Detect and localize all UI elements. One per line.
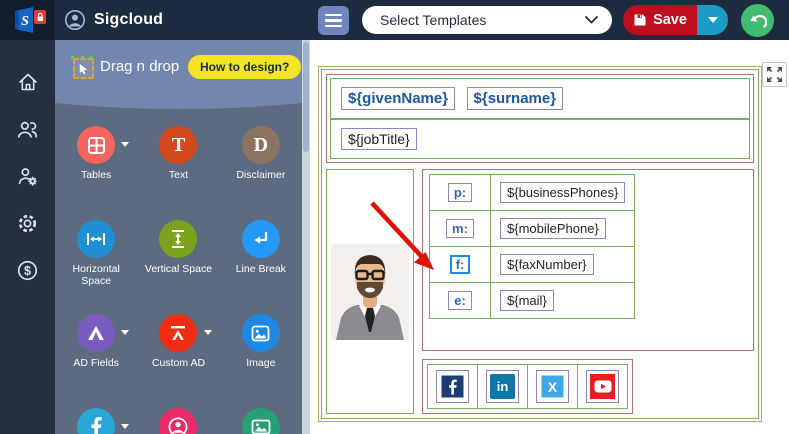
menu-hamburger-button[interactable] <box>318 6 349 35</box>
palette-item-profile-photo[interactable]: Profile Photo <box>137 402 219 434</box>
image-icon <box>241 314 280 352</box>
undo-arrow-icon <box>749 14 767 28</box>
name-row: ${givenName} ${surname} <box>331 79 749 120</box>
home-icon[interactable] <box>14 68 42 96</box>
billing-dollar-icon[interactable]: $ <box>14 256 42 284</box>
save-label: Save <box>653 12 687 28</box>
caret-down-icon <box>121 424 130 429</box>
field-fax-number[interactable]: ${faxNumber} <box>500 254 594 275</box>
palette-item-text[interactable]: T Text <box>137 120 219 208</box>
palette-scrollbar[interactable] <box>302 40 310 434</box>
palette-item-tables[interactable]: Tables <box>55 120 137 208</box>
design-canvas: ${givenName} ${surname} ${jobTitle} p: $… <box>310 40 789 434</box>
caret-down-icon <box>121 330 130 335</box>
field-mobile-phone[interactable]: ${mobilePhone} <box>500 218 606 239</box>
label-fax-selected[interactable]: f: <box>449 255 471 274</box>
facebook-icon <box>77 408 116 434</box>
how-to-design-button[interactable]: How to design? <box>188 55 302 79</box>
custom-ad-icon <box>159 314 198 352</box>
field-given-name[interactable]: ${givenName} <box>341 87 456 110</box>
field-mail[interactable]: ${mail} <box>500 290 554 311</box>
palette-title: Drag n drop <box>100 58 180 75</box>
label-mobile[interactable]: m: <box>446 219 474 238</box>
brand-name: Sigcloud <box>94 11 164 28</box>
caret-down-icon <box>707 17 718 23</box>
undo-button[interactable] <box>741 4 774 37</box>
save-button[interactable]: Save <box>623 5 697 35</box>
sigcloud-logo-icon: S <box>15 7 46 33</box>
table-row: m: ${mobilePhone} <box>429 210 636 247</box>
palette-grid: Tables T Text D Disclaimer Horizontal Sp… <box>55 120 302 434</box>
svg-text:S: S <box>21 14 29 29</box>
component-palette: Drag n drop How to design? Tables T Text… <box>55 40 302 434</box>
app-logo[interactable]: S <box>0 0 55 40</box>
save-split-button: Save <box>623 5 728 35</box>
palette-item-custom-ad[interactable]: Custom AD <box>137 308 219 396</box>
chevron-down-icon <box>585 16 598 24</box>
field-job-title[interactable]: ${jobTitle} <box>341 128 417 150</box>
text-icon: T <box>159 126 198 164</box>
top-bar: S Sigcloud Select Templates Save <box>0 0 789 40</box>
header-wave <box>55 98 302 114</box>
banner-icon <box>241 408 280 434</box>
palette-item-line-break[interactable]: Line Break <box>220 214 302 302</box>
tables-icon <box>77 126 116 164</box>
select-templates-value: Select Templates <box>380 12 487 28</box>
contact-column: p: ${businessPhones} m: ${mobilePhone} f… <box>422 169 754 414</box>
ad-fields-icon <box>77 314 116 352</box>
palette-item-image[interactable]: Image <box>220 308 302 396</box>
scrollbar-thumb[interactable] <box>303 42 309 152</box>
nav-rail: $ <box>0 40 55 434</box>
palette-item-ad-fields[interactable]: AD Fields <box>55 308 137 396</box>
palette-item-banner[interactable]: Banner <box>220 402 302 434</box>
x-twitter-icon[interactable]: X <box>536 370 569 403</box>
name-section: ${givenName} ${surname} ${jobTitle} <box>326 74 754 163</box>
signature-template[interactable]: ${givenName} ${surname} ${jobTitle} p: $… <box>318 66 762 422</box>
contact-table: p: ${businessPhones} m: ${mobilePhone} f… <box>429 174 636 319</box>
expand-arrows-icon <box>767 67 782 82</box>
table-row: p: ${businessPhones} <box>429 174 636 211</box>
user-settings-icon[interactable] <box>14 162 42 190</box>
disclaimer-icon: D <box>241 126 280 164</box>
table-row: f: ${faxNumber} <box>429 246 636 283</box>
caret-down-icon <box>121 142 130 147</box>
save-options-caret-button[interactable] <box>697 5 728 35</box>
settings-gear-icon[interactable] <box>14 209 42 237</box>
linkedin-icon[interactable]: in <box>486 370 519 403</box>
palette-item-disclaimer[interactable]: D Disclaimer <box>220 120 302 208</box>
youtube-icon[interactable] <box>586 370 619 403</box>
brand: Sigcloud <box>64 0 163 40</box>
palette-item-vertical-space[interactable]: Vertical Space <box>137 214 219 302</box>
profile-photo-cell[interactable] <box>326 169 414 414</box>
profile-photo-image <box>331 243 409 340</box>
users-icon[interactable] <box>14 115 42 143</box>
field-business-phones[interactable]: ${businessPhones} <box>500 182 626 203</box>
table-row: e: ${mail} <box>429 282 636 319</box>
palette-item-horizontal-space[interactable]: Horizontal Space <box>55 214 137 302</box>
line-break-icon <box>241 220 280 258</box>
vertical-space-icon <box>159 220 198 258</box>
horizontal-space-icon <box>77 220 116 258</box>
drag-n-drop-icon <box>71 56 94 79</box>
label-phone[interactable]: p: <box>447 183 473 202</box>
label-email[interactable]: e: <box>448 291 472 310</box>
account-icon <box>65 10 85 30</box>
select-templates-dropdown[interactable]: Select Templates <box>362 6 612 34</box>
caret-down-icon <box>203 330 212 335</box>
contact-section: p: ${businessPhones} m: ${mobilePhone} f… <box>326 169 754 414</box>
svg-text:$: $ <box>24 264 31 278</box>
facebook-icon[interactable] <box>436 370 469 403</box>
social-icons-wrapper: in X <box>422 359 633 414</box>
floppy-save-icon <box>634 14 646 26</box>
palette-item-social-media[interactable]: Social Media <box>55 402 137 434</box>
expand-fullscreen-button[interactable] <box>762 62 787 87</box>
job-title-row: ${jobTitle} <box>331 120 749 158</box>
social-icons-table: in X <box>427 364 628 409</box>
profile-photo-icon <box>159 408 198 434</box>
contact-table-wrapper: p: ${businessPhones} m: ${mobilePhone} f… <box>422 169 754 351</box>
field-surname[interactable]: ${surname} <box>466 87 564 110</box>
